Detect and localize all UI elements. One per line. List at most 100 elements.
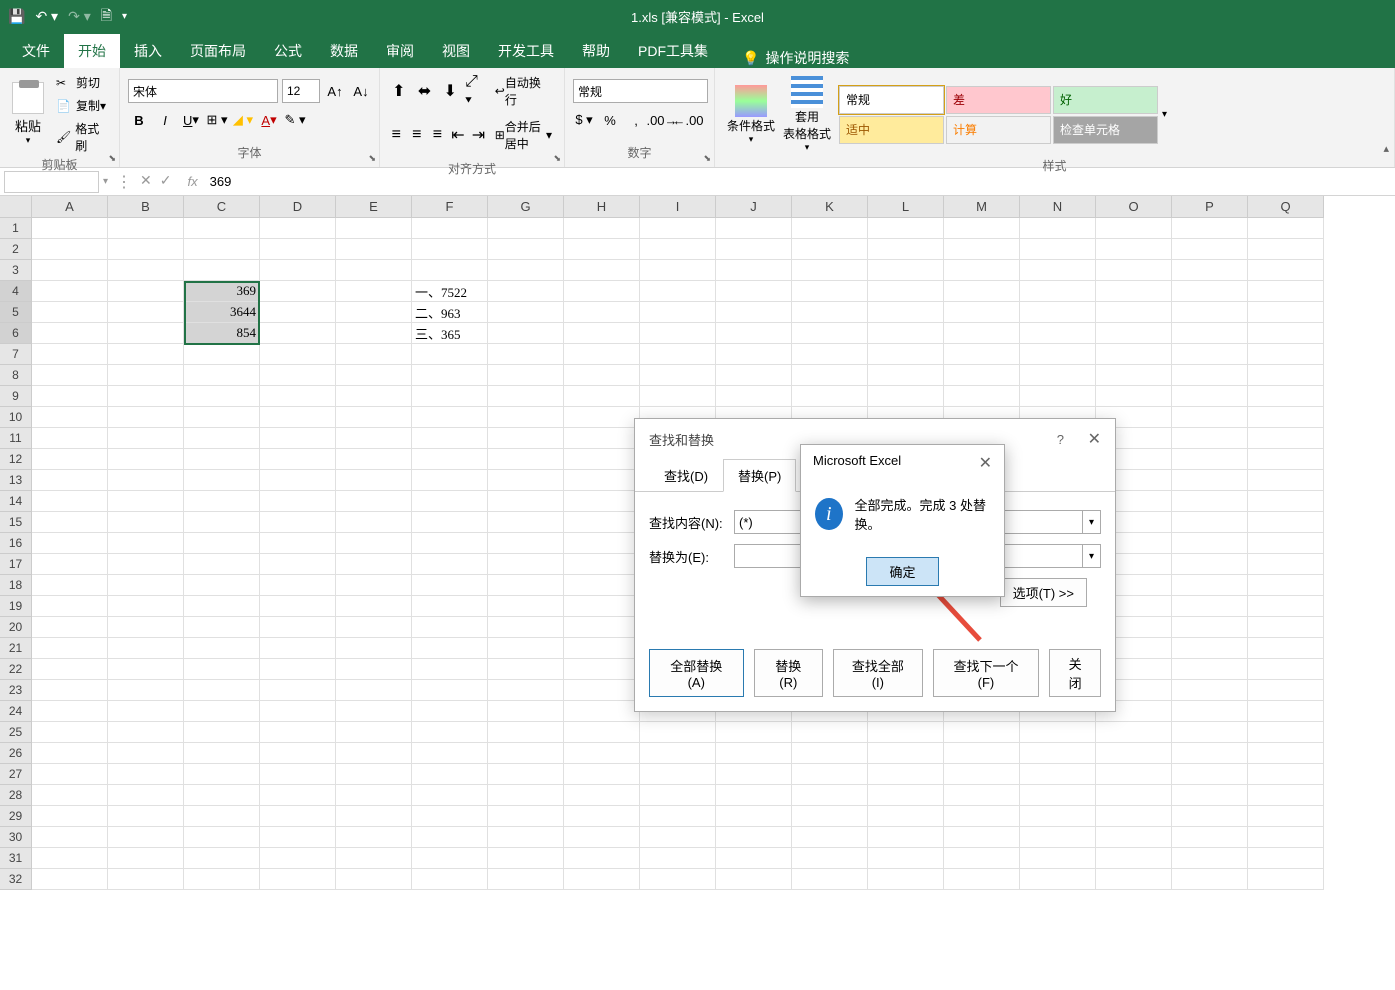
cell-H15[interactable] — [564, 512, 640, 533]
cell-Q19[interactable] — [1248, 596, 1324, 617]
cell-J8[interactable] — [716, 365, 792, 386]
cell-O4[interactable] — [1096, 281, 1172, 302]
row-header-14[interactable]: 14 — [0, 491, 32, 512]
increase-decimal-icon[interactable]: .00→ — [651, 109, 673, 131]
comma-format-icon[interactable]: , — [625, 109, 647, 131]
cell-P25[interactable] — [1172, 722, 1248, 743]
cell-F2[interactable] — [412, 239, 488, 260]
cell-P2[interactable] — [1172, 239, 1248, 260]
cell-C2[interactable] — [184, 239, 260, 260]
row-header-24[interactable]: 24 — [0, 701, 32, 722]
row-header-13[interactable]: 13 — [0, 470, 32, 491]
cell-D23[interactable] — [260, 680, 336, 701]
cell-I25[interactable] — [640, 722, 716, 743]
cell-I32[interactable] — [640, 869, 716, 890]
cell-B14[interactable] — [108, 491, 184, 512]
cell-A32[interactable] — [32, 869, 108, 890]
cell-style-5[interactable]: 检查单元格 — [1053, 116, 1158, 144]
cell-C26[interactable] — [184, 743, 260, 764]
row-header-28[interactable]: 28 — [0, 785, 32, 806]
cell-L30[interactable] — [868, 827, 944, 848]
cell-F11[interactable] — [412, 428, 488, 449]
cell-G9[interactable] — [488, 386, 564, 407]
cell-P31[interactable] — [1172, 848, 1248, 869]
cell-L8[interactable] — [868, 365, 944, 386]
cell-G22[interactable] — [488, 659, 564, 680]
cell-Q15[interactable] — [1248, 512, 1324, 533]
row-header-20[interactable]: 20 — [0, 617, 32, 638]
cell-D7[interactable] — [260, 344, 336, 365]
font-color-button[interactable]: A ▾ — [258, 109, 280, 131]
cell-P18[interactable] — [1172, 575, 1248, 596]
increase-indent-icon[interactable]: ⇥ — [470, 124, 487, 146]
cell-H8[interactable] — [564, 365, 640, 386]
cell-K1[interactable] — [792, 218, 868, 239]
cell-B7[interactable] — [108, 344, 184, 365]
col-header-I[interactable]: I — [640, 196, 716, 217]
phonetic-button[interactable]: ✎ ▾ — [284, 109, 306, 131]
cell-E13[interactable] — [336, 470, 412, 491]
cell-A18[interactable] — [32, 575, 108, 596]
cell-B12[interactable] — [108, 449, 184, 470]
cell-E11[interactable] — [336, 428, 412, 449]
cell-K8[interactable] — [792, 365, 868, 386]
cell-D22[interactable] — [260, 659, 336, 680]
cell-E9[interactable] — [336, 386, 412, 407]
cell-E27[interactable] — [336, 764, 412, 785]
cell-D9[interactable] — [260, 386, 336, 407]
cell-P11[interactable] — [1172, 428, 1248, 449]
cell-M30[interactable] — [944, 827, 1020, 848]
cell-B31[interactable] — [108, 848, 184, 869]
cell-F10[interactable] — [412, 407, 488, 428]
cell-O29[interactable] — [1096, 806, 1172, 827]
cell-K7[interactable] — [792, 344, 868, 365]
cell-Q8[interactable] — [1248, 365, 1324, 386]
cell-E19[interactable] — [336, 596, 412, 617]
cell-K6[interactable] — [792, 323, 868, 344]
cell-E15[interactable] — [336, 512, 412, 533]
cell-A13[interactable] — [32, 470, 108, 491]
cell-G25[interactable] — [488, 722, 564, 743]
cell-F29[interactable] — [412, 806, 488, 827]
cell-F26[interactable] — [412, 743, 488, 764]
underline-button[interactable]: U ▾ — [180, 109, 202, 131]
cell-Q4[interactable] — [1248, 281, 1324, 302]
redo-icon[interactable]: ↷ ▾ — [68, 8, 91, 25]
cell-H30[interactable] — [564, 827, 640, 848]
cell-C1[interactable] — [184, 218, 260, 239]
cell-D8[interactable] — [260, 365, 336, 386]
cell-E17[interactable] — [336, 554, 412, 575]
cell-N2[interactable] — [1020, 239, 1096, 260]
decrease-indent-icon[interactable]: ⇤ — [450, 124, 467, 146]
format-painter-button[interactable]: 🖌格式刷 — [54, 118, 111, 156]
cell-F30[interactable] — [412, 827, 488, 848]
cell-F27[interactable] — [412, 764, 488, 785]
cell-J2[interactable] — [716, 239, 792, 260]
cell-style-0[interactable]: 常规 — [839, 86, 944, 114]
cell-L25[interactable] — [868, 722, 944, 743]
cell-E8[interactable] — [336, 365, 412, 386]
cell-I6[interactable] — [640, 323, 716, 344]
cell-M31[interactable] — [944, 848, 1020, 869]
cell-O9[interactable] — [1096, 386, 1172, 407]
cell-I27[interactable] — [640, 764, 716, 785]
decrease-font-icon[interactable]: A↓ — [350, 80, 372, 102]
cell-P21[interactable] — [1172, 638, 1248, 659]
cell-A31[interactable] — [32, 848, 108, 869]
row-header-4[interactable]: 4 — [0, 281, 32, 302]
cell-I9[interactable] — [640, 386, 716, 407]
cell-B9[interactable] — [108, 386, 184, 407]
row-header-3[interactable]: 3 — [0, 260, 32, 281]
cell-N31[interactable] — [1020, 848, 1096, 869]
cell-F23[interactable] — [412, 680, 488, 701]
cell-K29[interactable] — [792, 806, 868, 827]
cell-I5[interactable] — [640, 302, 716, 323]
cell-A25[interactable] — [32, 722, 108, 743]
cell-E21[interactable] — [336, 638, 412, 659]
cell-K2[interactable] — [792, 239, 868, 260]
cell-B8[interactable] — [108, 365, 184, 386]
cell-K32[interactable] — [792, 869, 868, 890]
cell-O6[interactable] — [1096, 323, 1172, 344]
cell-Q20[interactable] — [1248, 617, 1324, 638]
cell-F32[interactable] — [412, 869, 488, 890]
